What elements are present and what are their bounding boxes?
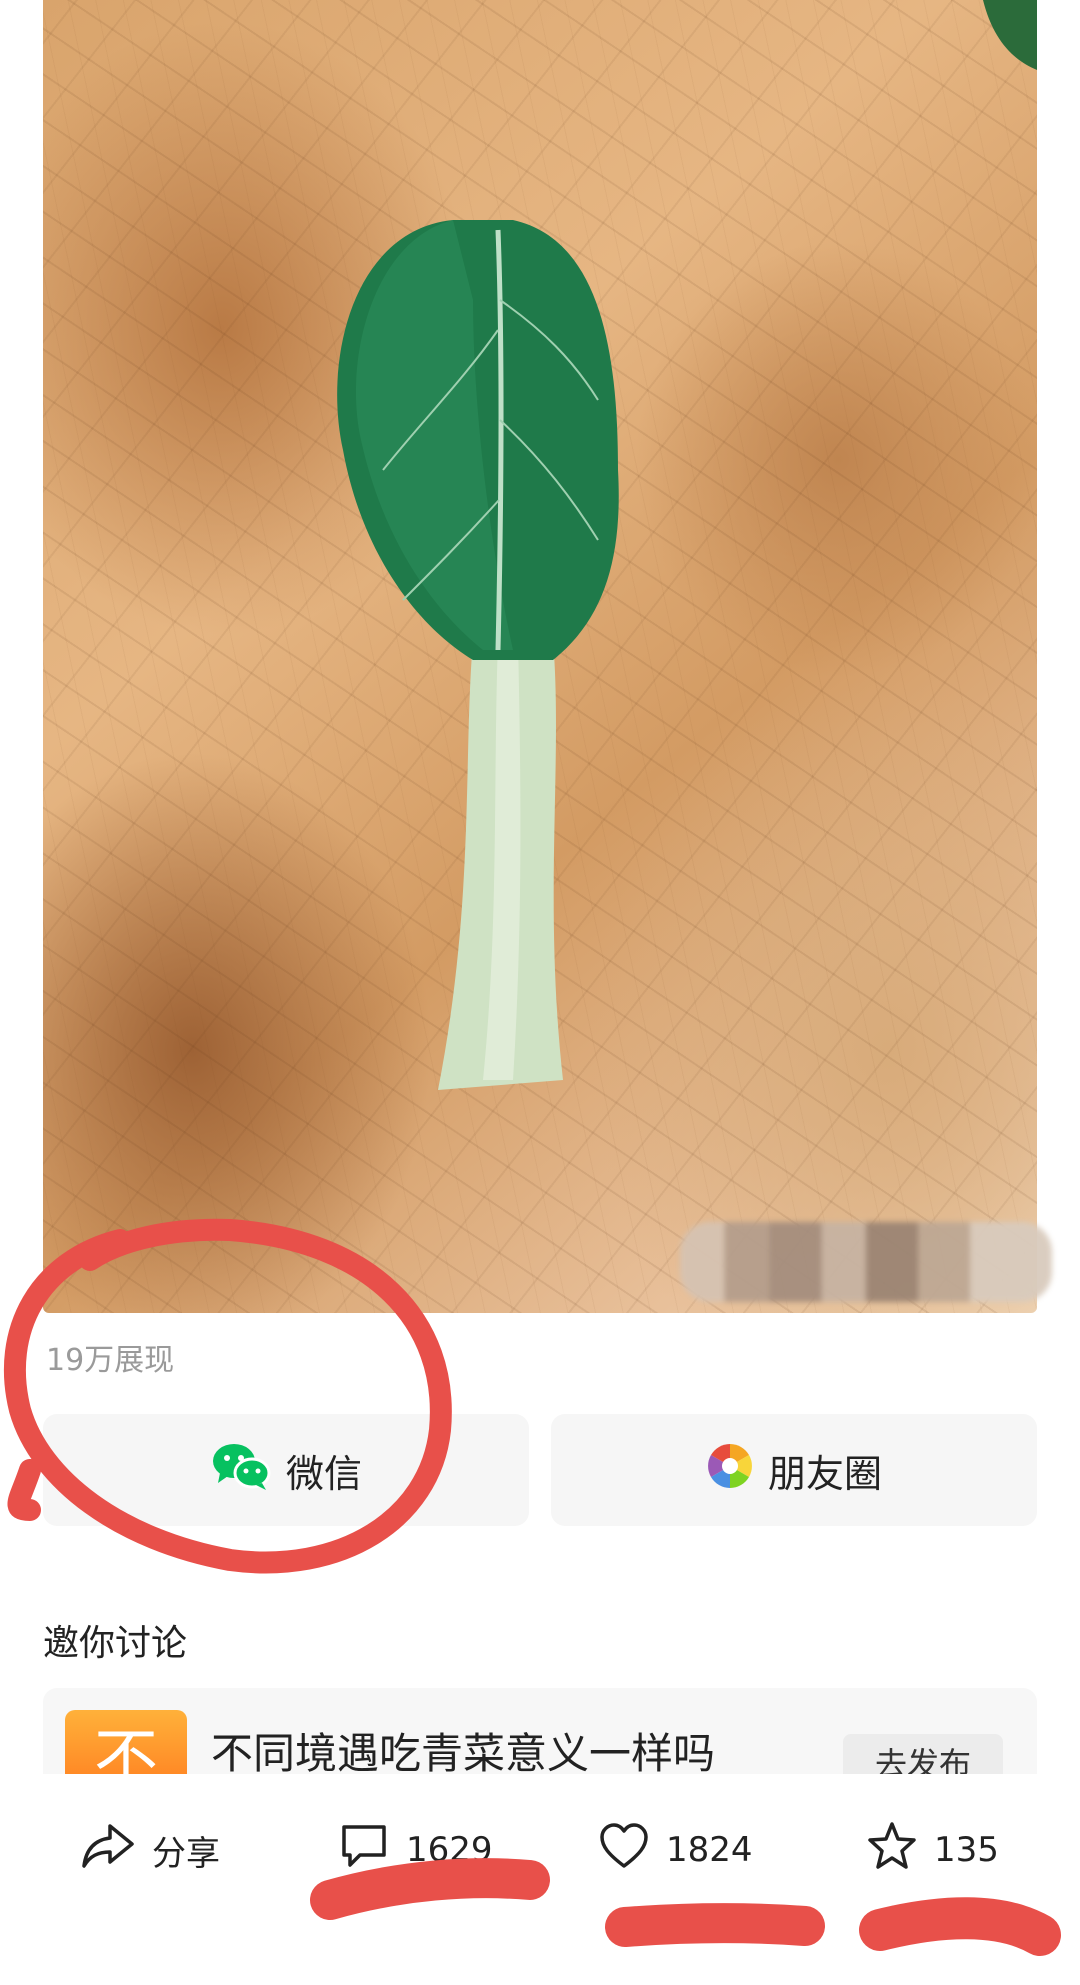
share-moments-button[interactable]: 朋友圈 [551,1414,1037,1526]
discussion-section-title: 邀你讨论 [43,1623,188,1664]
favorite-count: 135 [934,1830,999,1870]
share-moments-label: 朋友圈 [767,1451,882,1496]
bottom-action-bar: 分享 1629 1824 135 [0,1774,1080,1985]
moments-icon [706,1442,754,1499]
share-arrow-icon [80,1820,136,1881]
heart-icon [598,1822,650,1879]
comment-icon [338,1821,390,1880]
comment-action-button[interactable]: 1629 [338,1820,493,1880]
post-photo[interactable] [43,0,1037,1313]
like-count: 1824 [666,1830,753,1870]
wechat-icon [210,1441,272,1500]
share-row: 微信 朋友圈 [43,1414,1037,1526]
impressions-count: 19万展现 [46,1343,175,1378]
publish-button[interactable]: 去发布 [843,1734,1003,1774]
pixelated-watermark [680,1222,1052,1302]
like-action-button[interactable]: 1824 [598,1820,753,1880]
share-action-label: 分享 [152,1833,220,1874]
comment-count: 1629 [406,1830,493,1870]
topic-card[interactable]: 不 不同境遇吃青菜意义一样吗 去发布 [43,1688,1037,1774]
share-wechat-button[interactable]: 微信 [43,1414,529,1526]
bok-choy-leaf-image [337,0,1037,1090]
share-wechat-label: 微信 [285,1451,362,1496]
topic-thumbnail: 不 [65,1710,187,1774]
share-action-button[interactable]: 分享 [80,1820,220,1880]
topic-title: 不同境遇吃青菜意义一样吗 [211,1729,716,1774]
star-icon [866,1821,918,1880]
favorite-action-button[interactable]: 135 [866,1820,999,1880]
